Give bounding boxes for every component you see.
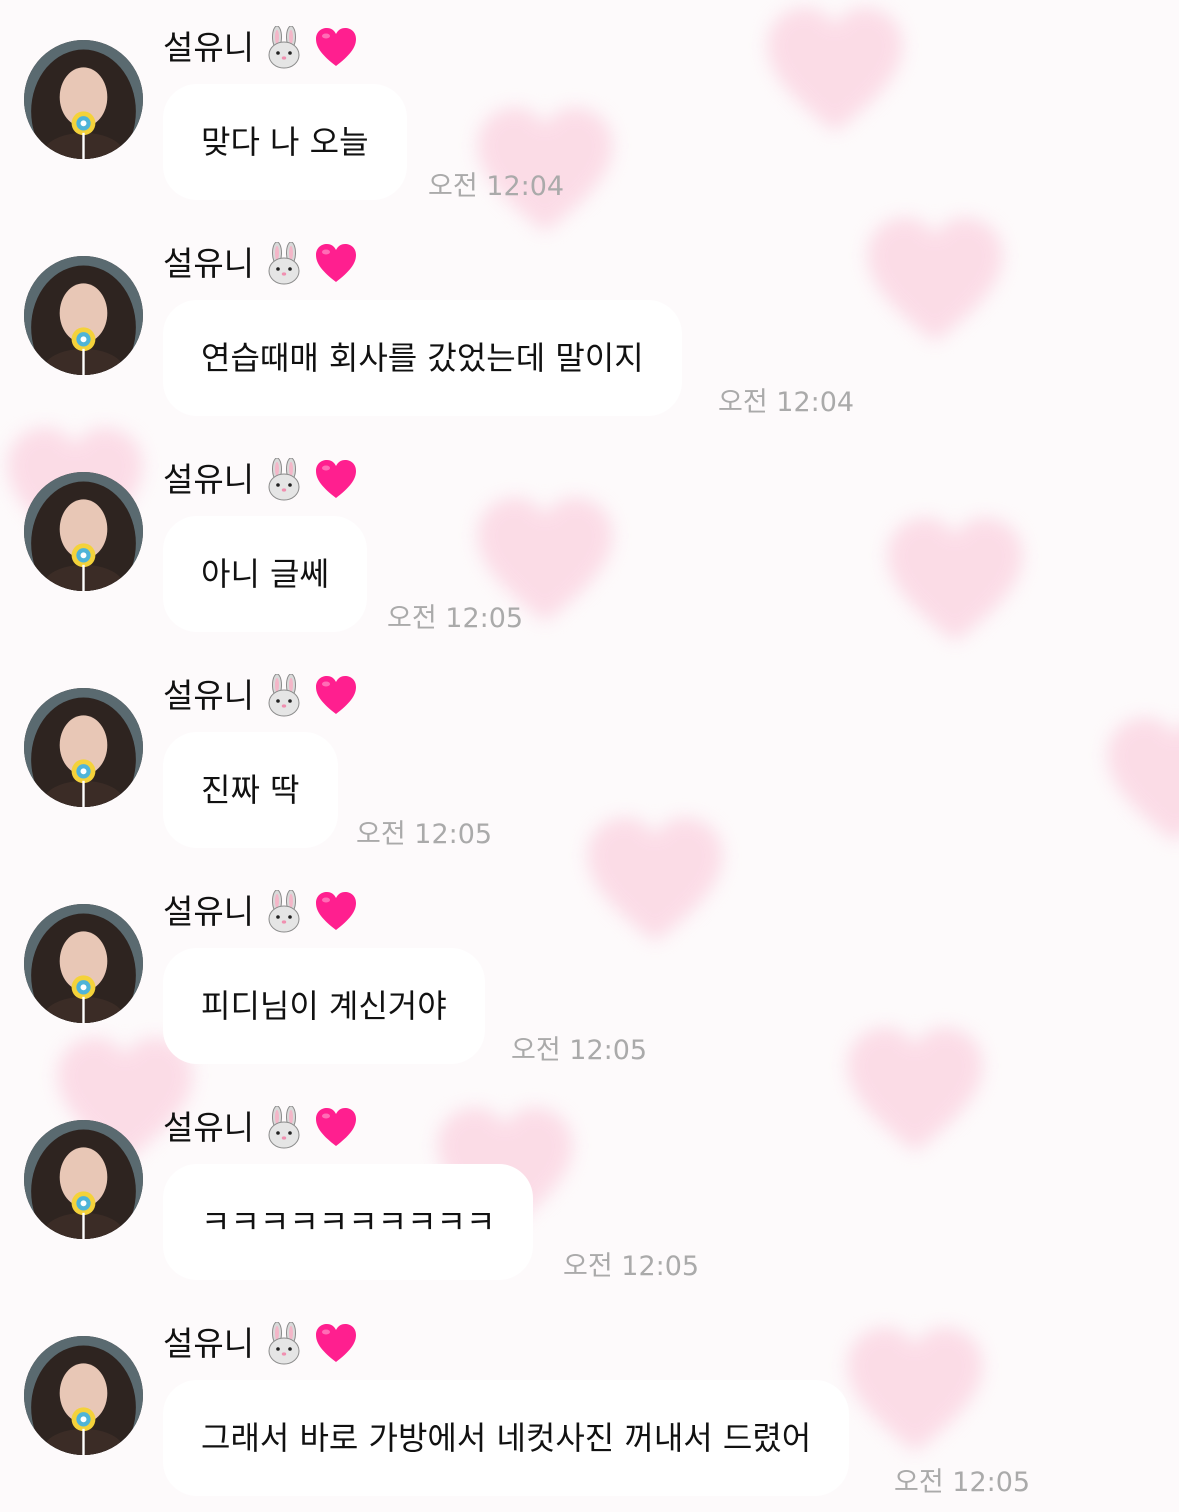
rabbit-face-icon xyxy=(262,26,306,70)
pink-heart-icon xyxy=(314,242,358,286)
message-timestamp: 오전 12:04 xyxy=(718,387,855,418)
message-timestamp: 오전 12:04 xyxy=(428,171,565,202)
sender-name[interactable]: 설유니 xyxy=(163,1322,254,1366)
message-bubble[interactable]: 진짜 딱 xyxy=(163,732,338,848)
rabbit-face-icon xyxy=(262,458,306,502)
sender-header: 설유니 xyxy=(163,1106,358,1150)
avatar[interactable] xyxy=(24,472,143,591)
sender-header: 설유니 xyxy=(163,26,358,70)
pink-heart-icon xyxy=(314,26,358,70)
chat-message-list[interactable]: 설유니 맞다 나 오늘 오전 12:04 설유니 연습때매 회사를 갔었는데 말… xyxy=(0,0,1179,1512)
message-row: 설유니 그래서 바로 가방에서 네컷사진 꺼내서 드렸어 오전 12:05 xyxy=(0,1296,1179,1512)
message-timestamp: 오전 12:05 xyxy=(387,603,524,634)
sender-header: 설유니 xyxy=(163,458,358,502)
pink-heart-icon xyxy=(314,458,358,502)
avatar[interactable] xyxy=(24,1336,143,1455)
message-row: 설유니 진짜 딱 오전 12:05 xyxy=(0,648,1179,864)
sender-header: 설유니 xyxy=(163,890,358,934)
pink-heart-icon xyxy=(314,890,358,934)
avatar[interactable] xyxy=(24,40,143,159)
message-row: 설유니 연습때매 회사를 갔었는데 말이지 오전 12:04 xyxy=(0,216,1179,432)
message-timestamp: 오전 12:05 xyxy=(563,1251,700,1282)
avatar[interactable] xyxy=(24,1120,143,1239)
rabbit-face-icon xyxy=(262,890,306,934)
sender-name[interactable]: 설유니 xyxy=(163,458,254,502)
pink-heart-icon xyxy=(314,1106,358,1150)
avatar[interactable] xyxy=(24,904,143,1023)
sender-header: 설유니 xyxy=(163,1322,358,1366)
sender-name[interactable]: 설유니 xyxy=(163,890,254,934)
sender-name[interactable]: 설유니 xyxy=(163,242,254,286)
rabbit-face-icon xyxy=(262,242,306,286)
sender-name[interactable]: 설유니 xyxy=(163,26,254,70)
avatar[interactable] xyxy=(24,256,143,375)
message-timestamp: 오전 12:05 xyxy=(894,1467,1031,1498)
message-row: 설유니 ㅋㅋㅋㅋㅋㅋㅋㅋㅋㅋ 오전 12:05 xyxy=(0,1080,1179,1296)
message-row: 설유니 맞다 나 오늘 오전 12:04 xyxy=(0,0,1179,216)
sender-name[interactable]: 설유니 xyxy=(163,1106,254,1150)
message-bubble[interactable]: 맞다 나 오늘 xyxy=(163,84,407,200)
message-row: 설유니 아니 글쎄 오전 12:05 xyxy=(0,432,1179,648)
message-bubble[interactable]: ㅋㅋㅋㅋㅋㅋㅋㅋㅋㅋ xyxy=(163,1164,534,1280)
message-bubble[interactable]: 피디님이 계신거야 xyxy=(163,948,485,1064)
message-bubble[interactable]: 아니 글쎄 xyxy=(163,516,367,632)
message-bubble[interactable]: 연습때매 회사를 갔었는데 말이지 xyxy=(163,300,682,416)
pink-heart-icon xyxy=(314,674,358,718)
rabbit-face-icon xyxy=(262,674,306,718)
message-timestamp: 오전 12:05 xyxy=(356,819,493,850)
pink-heart-icon xyxy=(314,1322,358,1366)
message-timestamp: 오전 12:05 xyxy=(511,1035,648,1066)
sender-header: 설유니 xyxy=(163,674,358,718)
avatar[interactable] xyxy=(24,688,143,807)
rabbit-face-icon xyxy=(262,1322,306,1366)
message-bubble[interactable]: 그래서 바로 가방에서 네컷사진 꺼내서 드렸어 xyxy=(163,1380,850,1496)
sender-header: 설유니 xyxy=(163,242,358,286)
message-row: 설유니 피디님이 계신거야 오전 12:05 xyxy=(0,864,1179,1080)
rabbit-face-icon xyxy=(262,1106,306,1150)
sender-name[interactable]: 설유니 xyxy=(163,674,254,718)
